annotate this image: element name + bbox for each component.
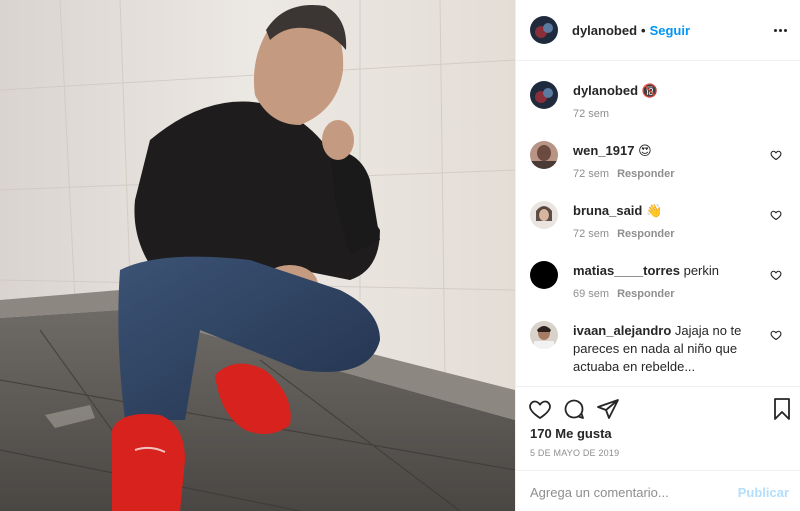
comment-avatar[interactable] — [530, 321, 558, 349]
heart-icon[interactable] — [528, 397, 552, 421]
caption-body: dylanobed 🔞 — [573, 82, 753, 100]
comment-text: 👋 — [645, 203, 663, 218]
reply-button[interactable]: Responder — [617, 228, 674, 240]
caption-time[interactable]: 72 sem — [573, 108, 609, 120]
reply-button[interactable]: Responder — [617, 288, 674, 300]
post-header: dylanobed • Seguir — [516, 0, 800, 61]
comment-time[interactable]: 72 sem — [573, 168, 609, 180]
comment-input[interactable]: Agrega un comentario... — [530, 485, 730, 500]
post-photo-illustration — [0, 0, 515, 511]
post-actions: 170 Me gusta 5 DE MAYO DE 2019 — [516, 386, 800, 469]
bookmark-icon[interactable] — [770, 397, 794, 421]
post-side-panel: dylanobed • Seguir dylanobed 🔞 72 sem we… — [515, 0, 800, 511]
comment-time[interactable]: 69 sem — [573, 288, 609, 300]
comment-username[interactable]: bruna_said — [573, 203, 642, 218]
header-separator: • — [641, 22, 646, 38]
comment-body: bruna_said 👋 — [573, 202, 753, 220]
comment-meta: 69 sem Responder — [573, 288, 675, 300]
comment-avatar-image — [530, 201, 558, 229]
instagram-post: dylanobed • Seguir dylanobed 🔞 72 sem we… — [0, 0, 800, 511]
follow-button[interactable]: Seguir — [650, 23, 690, 38]
author-avatar-image — [530, 16, 558, 44]
comment-like-heart-icon[interactable] — [770, 269, 782, 281]
comment-username[interactable]: matias____torres — [573, 263, 680, 278]
share-icon[interactable] — [596, 397, 620, 421]
likes-count[interactable]: 170 Me gusta — [530, 426, 612, 441]
post-date[interactable]: 5 DE MAYO DE 2019 — [530, 448, 619, 458]
comments-list[interactable]: dylanobed 🔞 72 sem wen_1917 😍 72 sem Res… — [516, 62, 800, 386]
post-photo[interactable] — [0, 0, 515, 511]
comment-text: 😍 — [638, 143, 652, 158]
comment-meta: 72 sem Responder — [573, 168, 675, 180]
comment-text: perkin — [683, 263, 720, 278]
caption-avatar[interactable] — [530, 81, 558, 109]
more-dot — [773, 28, 777, 32]
comment-body: wen_1917 😍 — [573, 142, 753, 160]
comment-avatar[interactable] — [530, 261, 558, 289]
comment-avatar-image — [530, 141, 558, 169]
more-horizontal-icon[interactable] — [771, 22, 789, 38]
comment-avatar[interactable] — [530, 201, 558, 229]
author-username[interactable]: dylanobed — [572, 23, 637, 38]
caption-username[interactable]: dylanobed — [573, 83, 638, 98]
comment-username[interactable]: ivaan_alejandro — [573, 323, 671, 338]
comment-meta: 72 sem Responder — [573, 228, 675, 240]
comment-body: ivaan_alejandro Jajaja no te pareces en … — [573, 322, 768, 376]
add-comment-bar: Agrega un comentario... Publicar — [516, 470, 800, 511]
more-dot — [783, 28, 787, 32]
comment-like-heart-icon[interactable] — [770, 329, 782, 341]
caption-meta: 72 sem — [573, 108, 609, 120]
reply-button[interactable]: Responder — [617, 168, 674, 180]
more-dot — [778, 28, 782, 32]
caption-text: 🔞 — [641, 83, 658, 98]
caption-avatar-image — [530, 81, 558, 109]
comment-username[interactable]: wen_1917 — [573, 143, 634, 158]
comment-like-heart-icon[interactable] — [770, 209, 782, 221]
publish-button[interactable]: Publicar — [738, 485, 789, 500]
comment-avatar-image — [530, 261, 558, 289]
author-avatar[interactable] — [530, 16, 558, 44]
comment-body: matias____torres perkin — [573, 262, 753, 280]
comment-time[interactable]: 72 sem — [573, 228, 609, 240]
comment-like-heart-icon[interactable] — [770, 149, 782, 161]
comment-avatar-image — [530, 321, 558, 349]
comment-icon[interactable] — [562, 397, 586, 421]
comment-avatar[interactable] — [530, 141, 558, 169]
